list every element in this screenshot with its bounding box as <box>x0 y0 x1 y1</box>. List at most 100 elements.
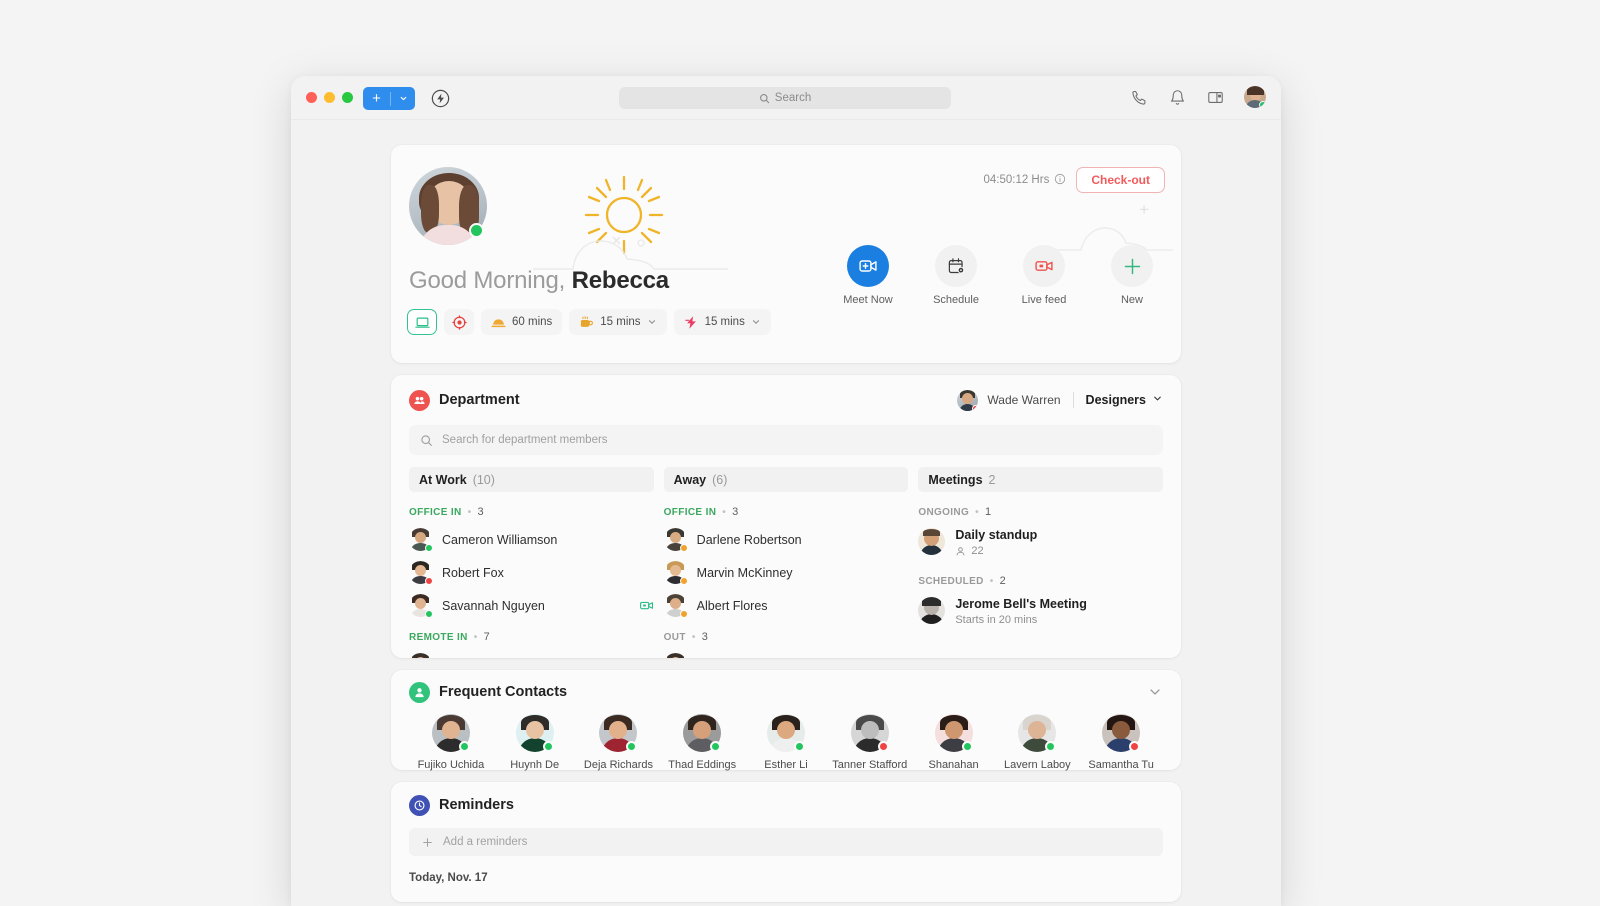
status-chip-label: 15 mins <box>704 316 745 328</box>
contact-name: Lavern Laboy <box>1004 759 1071 771</box>
panel-icon[interactable] <box>1206 88 1224 106</box>
meeting-item[interactable]: Jerome Bell's Meeting Starts in 20 mins <box>918 597 1163 626</box>
column-header[interactable]: At Work (10) <box>409 467 654 492</box>
live-video-icon <box>1023 245 1065 287</box>
list-item[interactable]: Cameron Williamson <box>409 528 654 552</box>
info-icon[interactable] <box>1054 173 1066 188</box>
quick-action-live-feed[interactable]: Live feed <box>1009 245 1079 306</box>
contact-item[interactable]: Deja Richards <box>577 714 661 771</box>
avatar[interactable] <box>1244 86 1266 108</box>
frequent-contacts-title: Frequent Contacts <box>439 684 568 700</box>
check-out-label: Check-out <box>1091 173 1150 187</box>
titlebar-actions <box>1130 86 1266 108</box>
department-search-input[interactable]: Search for department members <box>409 425 1163 455</box>
group-count: 2 <box>999 575 1006 587</box>
content-scroll-area[interactable]: + Good Morning, Rebecca 60 mins 15 mins … <box>291 120 1281 906</box>
status-dot-busy <box>877 741 889 752</box>
new-item-button[interactable]: + <box>363 87 415 110</box>
avatar <box>409 561 433 585</box>
divider <box>1072 392 1074 408</box>
contact-item[interactable]: Fujiko Uchida <box>409 714 493 771</box>
chevron-down-icon[interactable] <box>647 317 657 327</box>
quick-action-meet-now[interactable]: Meet Now <box>833 245 903 306</box>
worked-hours-value: 04:50:12 Hrs <box>983 174 1050 186</box>
column-title: Meetings <box>928 472 983 487</box>
quick-action-icon[interactable] <box>430 88 451 109</box>
list-item[interactable]: Savannah Nguyen <box>409 594 654 618</box>
avatar <box>664 528 688 552</box>
contact-item[interactable]: Huynh De <box>493 714 577 771</box>
status-dot-online <box>1045 741 1057 752</box>
team-select[interactable]: Designers <box>1086 393 1163 407</box>
department-owner[interactable]: Wade Warren <box>957 389 1061 411</box>
add-reminder-input[interactable]: Add a reminders <box>409 828 1163 856</box>
contact-name: Fujiko Uchida <box>417 759 485 771</box>
column-at-work: At Work (10) OFFICE IN • 3 Cameron Willi <box>409 467 654 658</box>
contact-name: Huynh De <box>510 759 560 771</box>
column-header[interactable]: Away (6) <box>663 467 909 492</box>
avatar <box>664 653 687 658</box>
status-chip-lunch[interactable]: 60 mins <box>481 309 563 335</box>
chevron-down-icon[interactable] <box>1147 684 1163 700</box>
quick-action-schedule[interactable]: Schedule <box>921 245 991 306</box>
status-chip-focus[interactable] <box>444 309 474 335</box>
video-icon[interactable] <box>639 598 654 613</box>
chevron-down-icon[interactable] <box>391 94 415 103</box>
close-button[interactable] <box>306 92 317 103</box>
avatar <box>1018 714 1057 752</box>
status-chip-desk[interactable] <box>407 309 437 335</box>
status-chip-coffee[interactable]: 15 mins <box>569 309 667 335</box>
person-name: Darlene Robertson <box>696 532 802 547</box>
avatar <box>664 561 688 585</box>
group-name: ONGOING <box>918 506 970 518</box>
global-search-bar[interactable]: Search <box>619 87 951 109</box>
meeting-subtitle: Starts in 20 mins <box>955 614 1038 626</box>
person-name: Robert Fox <box>442 565 504 580</box>
contact-item[interactable]: Esther Li <box>744 714 828 771</box>
minimize-button[interactable] <box>324 92 335 103</box>
department-search-placeholder: Search for department members <box>442 434 608 446</box>
search-icon <box>759 93 769 103</box>
list-item[interactable]: Robert Fox <box>409 561 654 585</box>
column-header[interactable]: Meetings 2 <box>918 467 1164 492</box>
group-name: OFFICE IN <box>663 506 717 518</box>
contact-item[interactable]: Thad Eddings <box>660 714 744 771</box>
group-label-office-in: OFFICE IN • 3 <box>409 506 654 518</box>
group-dot: • <box>975 506 979 518</box>
list-item[interactable] <box>664 653 909 658</box>
meeting-title: Daily standup <box>955 528 1038 542</box>
reminder-date-label: Today, Nov. 17 <box>409 872 488 884</box>
list-item[interactable] <box>409 653 654 658</box>
column-title: At Work <box>419 472 467 487</box>
list-item[interactable]: Darlene Robertson <box>664 528 909 552</box>
quick-action-new[interactable]: New <box>1097 245 1167 306</box>
worked-hours-row: 04:50:12 Hrs Check-out <box>983 167 1165 193</box>
plus-icon: + <box>372 89 381 107</box>
avatar <box>934 714 973 752</box>
contact-item[interactable]: Tanner Stafford <box>828 714 912 771</box>
chevron-down-icon[interactable] <box>751 317 761 327</box>
group-count: 3 <box>701 631 708 643</box>
meeting-item[interactable]: Daily standup 22 <box>918 528 1163 557</box>
status-dot-online <box>1259 101 1266 108</box>
status-chip-label: 15 mins <box>600 316 641 328</box>
list-item[interactable]: Marvin McKinney <box>664 561 909 585</box>
contacts-list: Fujiko Uchida Huynh De Deja Richards Thad E… <box>391 714 1181 771</box>
phone-icon[interactable] <box>1130 88 1148 106</box>
avatar-face <box>962 392 974 404</box>
reminders-card: Reminders Add a reminders Today, Nov. 17 <box>391 782 1181 902</box>
check-out-button[interactable]: Check-out <box>1076 167 1165 193</box>
status-chip-break[interactable]: 15 mins <box>673 309 771 335</box>
department-header-right: Wade Warren Designers <box>957 389 1163 411</box>
contact-item[interactable]: Samantha Tu <box>1079 714 1163 771</box>
avatar <box>409 528 433 552</box>
contact-item[interactable]: Shanahan <box>912 714 996 771</box>
maximize-button[interactable] <box>342 92 353 103</box>
person-icon <box>956 546 965 555</box>
contact-name: Thad Eddings <box>668 759 737 771</box>
contact-item[interactable]: Lavern Laboy <box>995 714 1079 771</box>
list-item[interactable]: Albert Flores <box>664 594 909 618</box>
meeting-attendees: 22 <box>971 545 984 557</box>
status-dot-busy <box>1129 741 1141 752</box>
bell-icon[interactable] <box>1168 88 1186 106</box>
